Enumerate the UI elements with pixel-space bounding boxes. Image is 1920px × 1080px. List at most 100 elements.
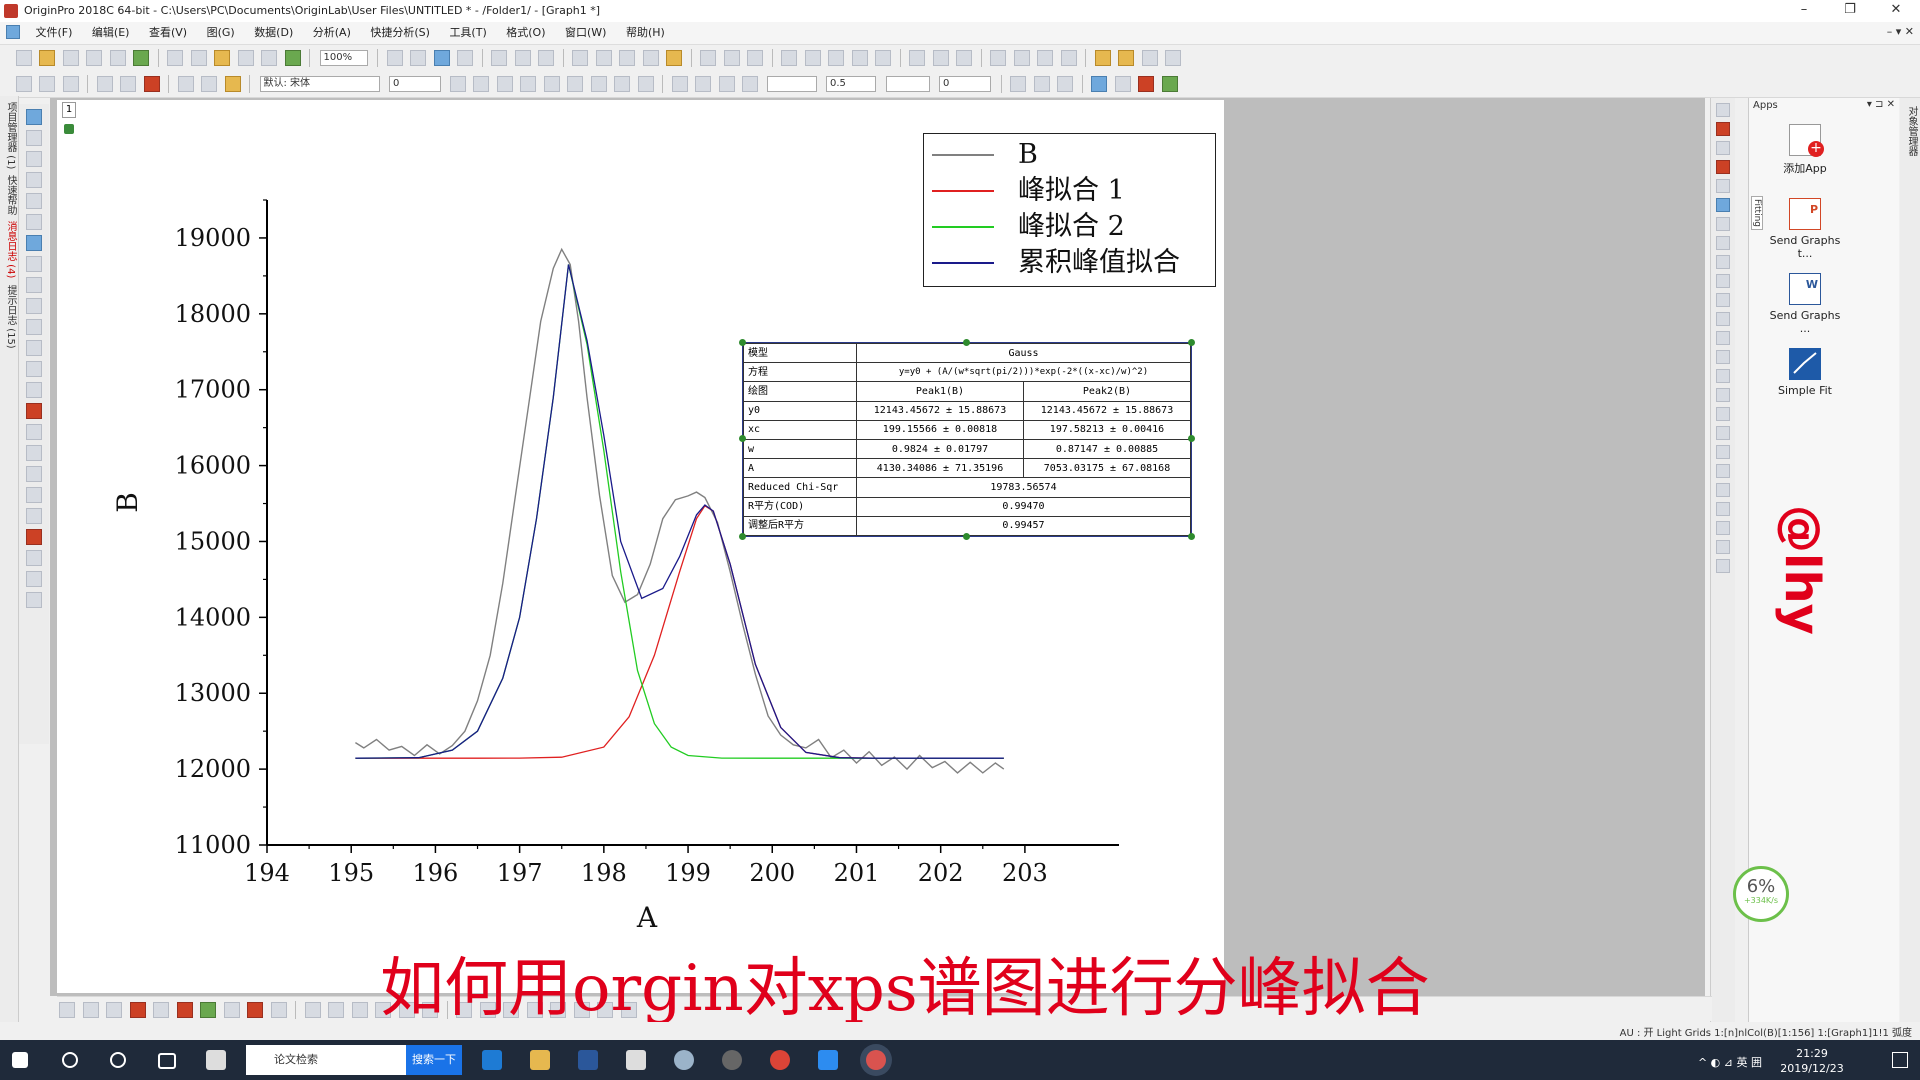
network-speed-widget[interactable]: 6% +334K/s bbox=[1733, 866, 1789, 922]
tab-quick-help[interactable]: 快速帮助 bbox=[3, 175, 18, 215]
draw-data-icon[interactable] bbox=[642, 50, 659, 66]
italic-icon[interactable] bbox=[473, 76, 489, 92]
minimize-button[interactable]: – bbox=[1781, 0, 1827, 22]
regional-select-icon[interactable] bbox=[26, 235, 42, 251]
layer-icon[interactable] bbox=[1091, 76, 1107, 92]
pointer-icon[interactable] bbox=[26, 109, 42, 125]
peak-fit-icon[interactable] bbox=[1716, 160, 1730, 174]
insert-equation-icon[interactable] bbox=[26, 487, 42, 503]
crosshair-icon[interactable] bbox=[26, 214, 42, 230]
greek-icon[interactable] bbox=[567, 76, 583, 92]
menu-quick-analysis[interactable]: 快捷分析(S) bbox=[362, 22, 438, 44]
new-graph-icon[interactable] bbox=[86, 50, 102, 66]
first-row-icon[interactable] bbox=[990, 50, 1006, 66]
tab-smart-hint-log[interactable]: 提示日志 (15) bbox=[3, 285, 18, 349]
layer-management-icon[interactable] bbox=[514, 50, 531, 66]
line-style-select[interactable] bbox=[766, 76, 817, 92]
underline-icon[interactable] bbox=[496, 76, 513, 92]
tab-messages-log[interactable]: 消息日志 (4) bbox=[3, 221, 18, 278]
resize-handle[interactable] bbox=[1188, 435, 1195, 442]
code-builder-icon[interactable] bbox=[491, 50, 507, 66]
notification-icon[interactable] bbox=[1892, 1052, 1908, 1068]
copy-icon[interactable] bbox=[201, 76, 217, 92]
mask-icon[interactable] bbox=[666, 50, 682, 66]
bubble-scale-icon[interactable] bbox=[26, 550, 42, 566]
export-icon[interactable] bbox=[1141, 50, 1158, 66]
line-symbol-plot-icon[interactable] bbox=[106, 1002, 122, 1018]
filter-icon[interactable] bbox=[851, 50, 868, 66]
font-size-select[interactable]: 0 bbox=[389, 76, 441, 92]
fill-pattern-icon[interactable] bbox=[1010, 76, 1026, 92]
line-width-select[interactable]: 0.5 bbox=[826, 76, 876, 92]
axis-top-icon[interactable] bbox=[1716, 312, 1730, 326]
scatter-plot-icon[interactable] bbox=[82, 1002, 99, 1018]
edge-icon[interactable] bbox=[482, 1050, 502, 1070]
duplicate-icon[interactable] bbox=[386, 50, 403, 66]
axis-right-icon[interactable] bbox=[1716, 350, 1730, 364]
prev-row-icon[interactable] bbox=[1013, 50, 1030, 66]
set-z-icon[interactable] bbox=[956, 50, 972, 66]
apps-panel-controls[interactable]: ▾ ⊐ ✕ bbox=[1867, 99, 1895, 110]
linear-fit-icon[interactable] bbox=[1716, 141, 1730, 155]
clock[interactable]: 21:29 2019/12/23 bbox=[1772, 1046, 1852, 1076]
digitizer-icon[interactable] bbox=[1118, 50, 1134, 66]
align-icon[interactable] bbox=[614, 76, 630, 92]
table-layout-icon[interactable] bbox=[1716, 236, 1730, 250]
menu-format[interactable]: 格式(O) bbox=[498, 22, 553, 44]
line-plot-icon[interactable] bbox=[59, 1002, 75, 1018]
column-x-icon[interactable] bbox=[700, 50, 716, 66]
symbol-icon[interactable] bbox=[742, 76, 758, 92]
lock-icon[interactable] bbox=[64, 124, 74, 134]
app3-icon[interactable] bbox=[722, 1050, 742, 1070]
screen-reader-icon[interactable] bbox=[619, 50, 635, 66]
close-button[interactable]: ✕ bbox=[1873, 0, 1919, 22]
text-tool-icon[interactable] bbox=[26, 277, 42, 293]
template-library-icon[interactable] bbox=[270, 1002, 287, 1018]
region-of-interest-icon[interactable] bbox=[26, 424, 42, 440]
symbol-size-select[interactable] bbox=[885, 76, 930, 92]
fill-color-icon[interactable] bbox=[671, 76, 688, 92]
add-axis-icon[interactable] bbox=[1716, 122, 1730, 136]
bold-icon[interactable] bbox=[449, 76, 466, 92]
chart-wizard-icon[interactable] bbox=[1094, 50, 1111, 66]
value-select[interactable]: 0 bbox=[939, 76, 991, 92]
image-plot-icon[interactable] bbox=[328, 1002, 344, 1018]
layer-number-marker[interactable]: 1 bbox=[62, 102, 76, 118]
chart-legend[interactable]: B 峰拟合 1 峰拟合 2 累积峰值拟合 bbox=[923, 133, 1216, 287]
toolbar-grip-icon[interactable] bbox=[1716, 103, 1730, 117]
grid-layout-icon[interactable] bbox=[1716, 255, 1730, 269]
stats-icon[interactable] bbox=[804, 50, 821, 66]
menu-view[interactable]: 查看(V) bbox=[141, 22, 195, 44]
tab-fitting[interactable]: Fitting bbox=[1751, 196, 1763, 230]
zoom-out-icon[interactable] bbox=[26, 151, 42, 167]
rescale-icon[interactable] bbox=[15, 76, 32, 92]
app-icon[interactable] bbox=[206, 1050, 226, 1070]
clear-filter-icon[interactable] bbox=[875, 50, 891, 66]
set-y-icon[interactable] bbox=[932, 50, 949, 66]
mail-icon[interactable] bbox=[626, 1050, 646, 1070]
save-template-icon[interactable] bbox=[261, 50, 277, 66]
x-close-icon[interactable] bbox=[1114, 76, 1131, 92]
add-layer-icon[interactable] bbox=[96, 76, 113, 92]
forward-icon[interactable] bbox=[1716, 540, 1730, 554]
sort-icon[interactable] bbox=[781, 50, 797, 66]
stats-plot-icon[interactable] bbox=[176, 1002, 193, 1018]
same-width-icon[interactable] bbox=[1716, 464, 1730, 478]
align-top-icon[interactable] bbox=[1716, 407, 1730, 421]
bar-plot-icon[interactable] bbox=[828, 50, 844, 66]
pie-plot-icon[interactable] bbox=[153, 1002, 169, 1018]
set-x-icon[interactable] bbox=[909, 50, 925, 66]
new-workbook-icon[interactable] bbox=[62, 50, 79, 66]
menu-tools[interactable]: 工具(T) bbox=[441, 22, 494, 44]
resize-handle[interactable] bbox=[739, 533, 746, 540]
backward-icon[interactable] bbox=[1716, 559, 1730, 573]
layer-frame-icon[interactable] bbox=[1716, 217, 1730, 231]
swap-axes-icon[interactable] bbox=[1138, 76, 1154, 92]
menu-edit[interactable]: 编辑(E) bbox=[84, 22, 138, 44]
fit-page-icon[interactable] bbox=[39, 76, 55, 92]
store-icon[interactable] bbox=[578, 1050, 598, 1070]
insert-table-icon[interactable] bbox=[26, 466, 42, 482]
annotation-icon[interactable] bbox=[26, 298, 42, 314]
chrome-icon[interactable] bbox=[770, 1050, 790, 1070]
fit-curve-icon[interactable] bbox=[1716, 198, 1730, 212]
